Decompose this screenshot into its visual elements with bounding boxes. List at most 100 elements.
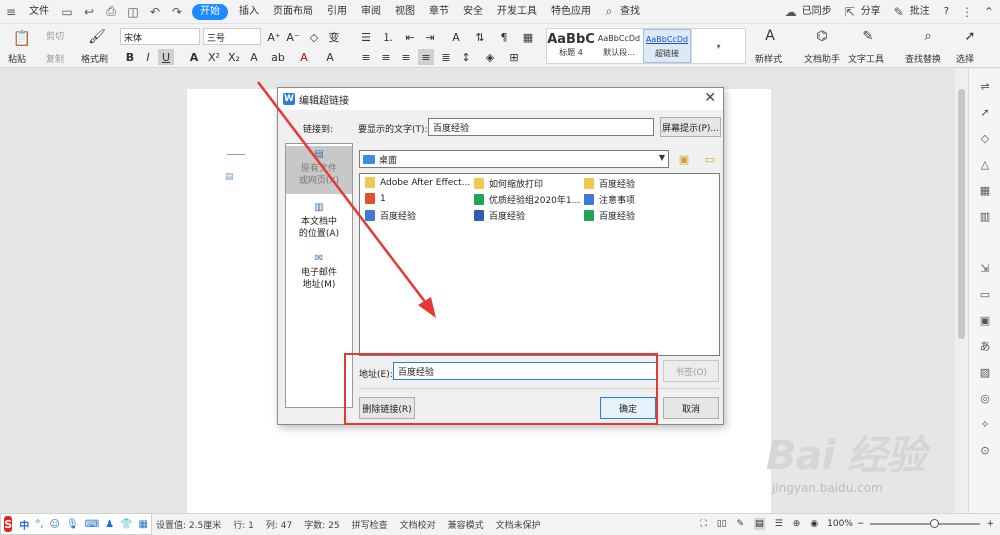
shading-icon[interactable]: ◈ [482,49,498,65]
distributed-icon[interactable]: ≣ [438,49,454,65]
hamburger-menu-icon[interactable]: ≡ [3,4,19,20]
select-button[interactable]: 选择 [956,52,974,65]
browse-folder-icon[interactable]: ▭ [702,151,718,167]
text-tools-icon[interactable]: ✎ [860,28,876,44]
font-name-select[interactable]: 宋体 [120,28,200,45]
help-button[interactable]: ? [937,0,956,24]
redo-icon[interactable]: ↷ [169,4,185,20]
comment-icon[interactable]: ✎ [891,4,907,20]
zoom-out-icon[interactable]: − [857,519,865,529]
undo-history-icon[interactable]: ↩ [81,4,97,20]
toolbox-icon[interactable]: ▦ [139,519,148,530]
sidebar-translate-icon[interactable]: あ [978,339,992,353]
sort-icon[interactable]: ⇅ [472,29,488,45]
subscript-icon[interactable]: X₂ [226,49,242,65]
link-option-existing-file[interactable]: ▤ 原有文件 或网页(X) [286,146,352,194]
print-icon[interactable]: ⎙ [103,4,119,20]
font-color-icon[interactable]: A [296,49,312,65]
tab-review[interactable]: 审阅 [354,0,388,24]
doc-protect[interactable]: 文档未保护 [490,518,547,531]
preview-icon[interactable]: ◫ [125,4,141,20]
tab-insert[interactable]: 插入 [232,0,266,24]
show-marks-icon[interactable]: ¶ [496,29,512,45]
line-spacing-icon[interactable]: ↕ [458,49,474,65]
page-setting[interactable]: 设置值: 2.5厘米 [150,518,227,531]
text-direction-icon[interactable]: A [448,29,464,45]
sidebar-doc-icon[interactable]: ▭ [978,287,992,301]
emoji-icon[interactable]: ☺ [50,519,60,530]
comment-button[interactable]: 批注 [910,0,937,24]
sidebar-select-icon[interactable]: ➚ [978,105,992,119]
collapse-ribbon-icon[interactable]: ⌃ [981,4,997,20]
align-right-icon[interactable]: ≡ [398,49,414,65]
close-icon[interactable]: ✕ [704,90,716,106]
list-item[interactable]: 如何缩放打印 [474,177,543,190]
paste-icon[interactable]: 📋 [12,28,32,48]
align-center-icon[interactable]: ≡ [378,49,394,65]
bullet-list-icon[interactable]: ☰ [358,29,374,45]
sidebar-design-icon[interactable]: ✧ [978,417,992,431]
zoom-slider-knob[interactable] [930,519,940,528]
find-replace-icon[interactable]: ⌕ [920,28,936,44]
list-item[interactable]: 优质经验组2020年1... [474,193,580,206]
scrollbar-thumb[interactable] [958,89,965,339]
word-count[interactable]: 字数: 25 [298,518,345,531]
doc-proof[interactable]: 文档校对 [394,518,442,531]
tab-chapter[interactable]: 章节 [422,0,456,24]
sidebar-export-icon[interactable]: ⇲ [978,261,992,275]
tab-view[interactable]: 视图 [388,0,422,24]
borders-icon[interactable]: ⊞ [506,49,522,65]
link-option-email[interactable]: ✉ 电子邮件 地址(M) [286,250,352,298]
zoom-level[interactable]: 100% [827,519,853,529]
decrease-indent-icon[interactable]: ⇤ [402,29,418,45]
cut-button[interactable]: 剪切 [46,29,64,42]
skin-icon[interactable]: 👕 [120,519,132,530]
phonetic-icon[interactable]: 变 [326,29,342,45]
doc-assistant-button[interactable]: 文档助手 [804,52,840,65]
save-icon[interactable]: ▭ [59,4,75,20]
sidebar-image-icon[interactable]: ▨ [978,365,992,379]
cloud-sync-icon[interactable]: ☁ [783,4,799,20]
sidebar-table-icon[interactable]: ▦ [978,183,992,197]
list-item[interactable]: 注意事项 [584,193,635,206]
new-style-icon[interactable]: A [762,28,778,44]
underline-icon[interactable]: U [158,49,174,65]
list-item[interactable]: 百度经验 [365,209,416,222]
page-view-icon[interactable]: ▤ [754,518,765,530]
style-default[interactable]: AaBbCcDd 默认段... [595,29,643,63]
tab-security[interactable]: 安全 [456,0,490,24]
link-option-document-place[interactable]: ▥ 本文档中 的位置(A) [286,199,352,247]
text-tools-button[interactable]: 文字工具 [848,52,884,65]
list-item[interactable]: 1 [365,193,386,204]
table-icon[interactable]: ▦ [520,29,536,45]
copy-button[interactable]: 复制 [46,52,64,65]
browse-web-icon[interactable]: ▣ [676,151,692,167]
share-button[interactable]: 分享 [861,0,888,24]
align-left-icon[interactable]: ≡ [358,49,374,65]
cancel-button[interactable]: 取消 [663,397,719,419]
search-menu[interactable]: 查找 [620,0,647,24]
paste-button[interactable]: 粘贴 [8,52,26,65]
bold-icon[interactable]: B [122,49,138,65]
split-view-icon[interactable]: ▯▯ [717,519,727,529]
sidebar-text-icon[interactable]: △ [978,157,992,171]
file-menu[interactable]: 文件 [22,0,56,24]
sidebar-grid-icon[interactable]: ▥ [978,209,992,223]
sidebar-compass-icon[interactable]: ◎ [978,391,992,405]
list-item[interactable]: 百度经验 [584,177,635,190]
grow-font-icon[interactable]: A⁺ [266,29,282,45]
read-mode-icon[interactable]: ◉ [810,519,818,529]
sidebar-shape-icon[interactable]: ◇ [978,131,992,145]
numbered-list-icon[interactable]: ⒈ [380,29,396,45]
find-replace-button[interactable]: 查找替换 [905,52,941,65]
zoom-slider[interactable] [870,519,981,528]
format-painter-icon[interactable]: 🖌 [88,28,106,46]
tab-developer[interactable]: 开发工具 [490,0,544,24]
char-border-icon[interactable]: A [322,49,338,65]
sogou-logo-icon[interactable]: S [4,516,13,532]
increase-indent-icon[interactable]: ⇥ [422,29,438,45]
sync-status[interactable]: 已同步 [802,0,839,24]
format-painter-button[interactable]: 格式刷 [81,52,108,65]
outline-view-icon[interactable]: ☰ [775,519,783,529]
bookmark-button[interactable]: 书签(O) [663,360,719,382]
